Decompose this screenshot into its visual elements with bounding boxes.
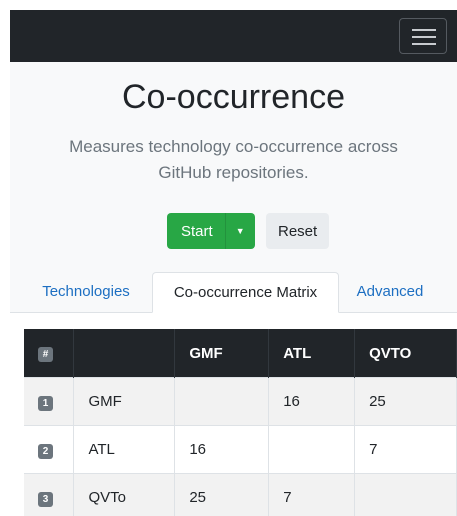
row-name-cell: ATL: [73, 425, 176, 474]
app-frame: Co-occurrence Measures technology co-occ…: [10, 10, 457, 516]
row-index-cell: 3: [24, 473, 75, 516]
column-header-gmf[interactable]: GMF: [174, 329, 270, 378]
matrix-cell: 7: [268, 473, 356, 516]
navbar-toggler-button[interactable]: [399, 18, 447, 54]
table-row: 1 GMF 16 25: [24, 377, 457, 426]
row-name-cell: QVTo: [73, 473, 176, 516]
column-header-qvto[interactable]: QVTO: [354, 329, 457, 378]
matrix-cell: [354, 473, 457, 516]
tab-content: # GMF ATL QVTO 1 GMF 16 25 2 ATL 16 7 3 …: [10, 313, 457, 516]
caret-down-icon: ▼: [235, 226, 245, 236]
table-row: 2 ATL 16 7: [24, 425, 457, 474]
column-header-index: #: [24, 329, 75, 378]
matrix-cell: 25: [354, 377, 457, 426]
page-title: Co-occurrence: [122, 78, 345, 116]
matrix-cell: 16: [268, 377, 356, 426]
matrix-cell: 16: [174, 425, 270, 474]
matrix-cell: [268, 425, 356, 474]
matrix-cell: [174, 377, 270, 426]
hamburger-menu-icon: [412, 29, 436, 31]
start-button[interactable]: Start: [167, 213, 225, 249]
start-button-group: Start ▼: [167, 213, 255, 249]
start-dropdown-toggle[interactable]: ▼: [224, 213, 255, 249]
row-index-cell: 1: [24, 377, 75, 426]
co-occurrence-table: # GMF ATL QVTO 1 GMF 16 25 2 ATL 16 7 3 …: [24, 329, 457, 516]
tab-bar: Technologies Co-occurrence Matrix Advanc…: [10, 272, 457, 313]
navbar: [10, 10, 457, 62]
row-index-cell: 2: [24, 425, 75, 474]
column-header-atl[interactable]: ATL: [268, 329, 356, 378]
table-header-row: # GMF ATL QVTO: [24, 329, 457, 378]
matrix-cell: 25: [174, 473, 270, 516]
page-description: Measures technology co-occurrence across…: [40, 134, 427, 186]
tab-advanced[interactable]: Advanced: [343, 272, 437, 312]
tab-co-occurrence-matrix[interactable]: Co-occurrence Matrix: [152, 272, 339, 313]
tab-technologies[interactable]: Technologies: [24, 272, 148, 312]
column-header-name: [73, 329, 176, 378]
lead-line-1: Measures technology co-occurrence across: [69, 137, 398, 156]
lead-line-2: GitHub repositories.: [158, 163, 309, 182]
table-row: 3 QVTo 25 7: [24, 473, 457, 516]
row-name-cell: GMF: [73, 377, 176, 426]
matrix-cell: 7: [354, 425, 457, 474]
reset-button[interactable]: Reset: [266, 213, 330, 249]
